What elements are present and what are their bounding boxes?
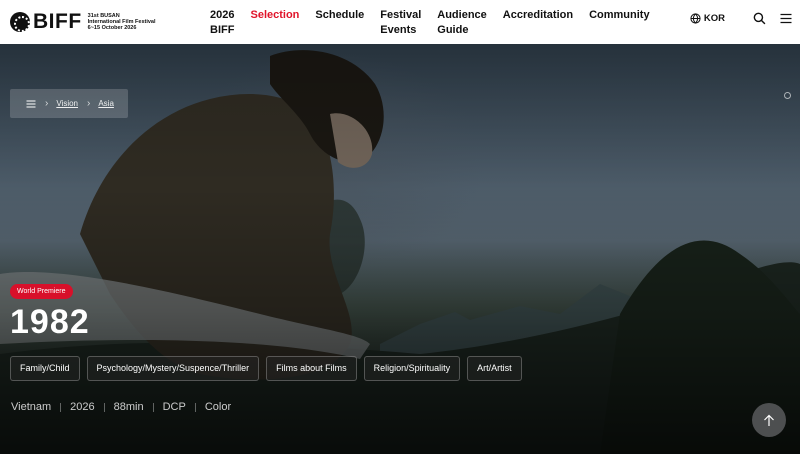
breadcrumb: › Vision › Asia (10, 89, 128, 118)
nav-item-selection[interactable]: Selection (250, 8, 299, 38)
chevron-right-icon: › (87, 98, 91, 109)
film-runtime: 88min (113, 401, 144, 413)
meta-divider (194, 402, 196, 412)
site-header: BIFF 31st BUSAN International Film Festi… (0, 0, 800, 44)
genre-tag-religion-spirituality[interactable]: Religion/Spirituality (363, 356, 461, 381)
search-icon (753, 12, 766, 25)
film-title: 1982 (10, 303, 90, 341)
language-label: KOR (703, 13, 725, 24)
hamburger-menu-icon (780, 13, 792, 24)
logo-dates: 6~15 October 2026 (87, 25, 137, 31)
meta-divider (60, 402, 62, 412)
genre-tag-art-artist[interactable]: Art/Artist (467, 356, 522, 381)
premiere-badge: World Premiere (10, 284, 73, 299)
chevron-right-icon: › (45, 98, 49, 109)
language-switch[interactable]: KOR (690, 13, 725, 24)
biff-logo[interactable]: BIFF 31st BUSAN International Film Festi… (10, 10, 156, 33)
film-hero: › Vision › Asia World Premiere 1982 Fami… (0, 44, 800, 454)
meta-divider (152, 402, 154, 412)
genre-tag-films-about-films[interactable]: Films about Films (266, 356, 357, 381)
genre-tags: Family/Child Psychology/Mystery/Suspence… (10, 356, 529, 381)
breadcrumb-link-vision[interactable]: Vision (56, 99, 78, 108)
logo-wordmark: BIFF (33, 10, 82, 33)
hero-indicator-dot[interactable] (784, 92, 791, 99)
nav-item-2026-biff[interactable]: 2026 BIFF (210, 8, 234, 38)
genre-tag-psychology-mystery[interactable]: Psychology/Mystery/Suspence/Thriller (86, 356, 260, 381)
meta-divider (103, 402, 105, 412)
main-nav: 2026 BIFF Selection Schedule Festival Ev… (210, 8, 666, 38)
breadcrumb-link-asia[interactable]: Asia (98, 99, 114, 108)
film-format: DCP (162, 401, 186, 413)
genre-tag-family-child[interactable]: Family/Child (10, 356, 80, 381)
list-menu-icon (26, 100, 36, 107)
scroll-to-top-button[interactable] (752, 403, 786, 437)
film-color: Color (204, 401, 232, 413)
globe-icon (690, 13, 701, 24)
nav-item-festival-events[interactable]: Festival Events (380, 8, 421, 38)
breadcrumb-menu-button[interactable] (26, 100, 36, 108)
arrow-up-icon (764, 414, 774, 426)
search-button[interactable] (753, 12, 766, 25)
film-meta: Vietnam 2026 88min DCP Color (11, 401, 231, 413)
film-year: 2026 (70, 401, 95, 413)
nav-item-audience-guide[interactable]: Audience Guide (437, 8, 487, 38)
header-utilities: KOR (690, 12, 792, 25)
menu-button[interactable] (780, 13, 792, 24)
logo-festival-info: 31st BUSAN International Film Festival 6… (88, 13, 156, 31)
film-country: Vietnam (11, 401, 52, 413)
nav-item-schedule[interactable]: Schedule (315, 8, 364, 38)
nav-item-accreditation[interactable]: Accreditation (503, 8, 573, 38)
nav-item-community[interactable]: Community (589, 8, 650, 38)
biff-logo-icon (10, 12, 30, 32)
